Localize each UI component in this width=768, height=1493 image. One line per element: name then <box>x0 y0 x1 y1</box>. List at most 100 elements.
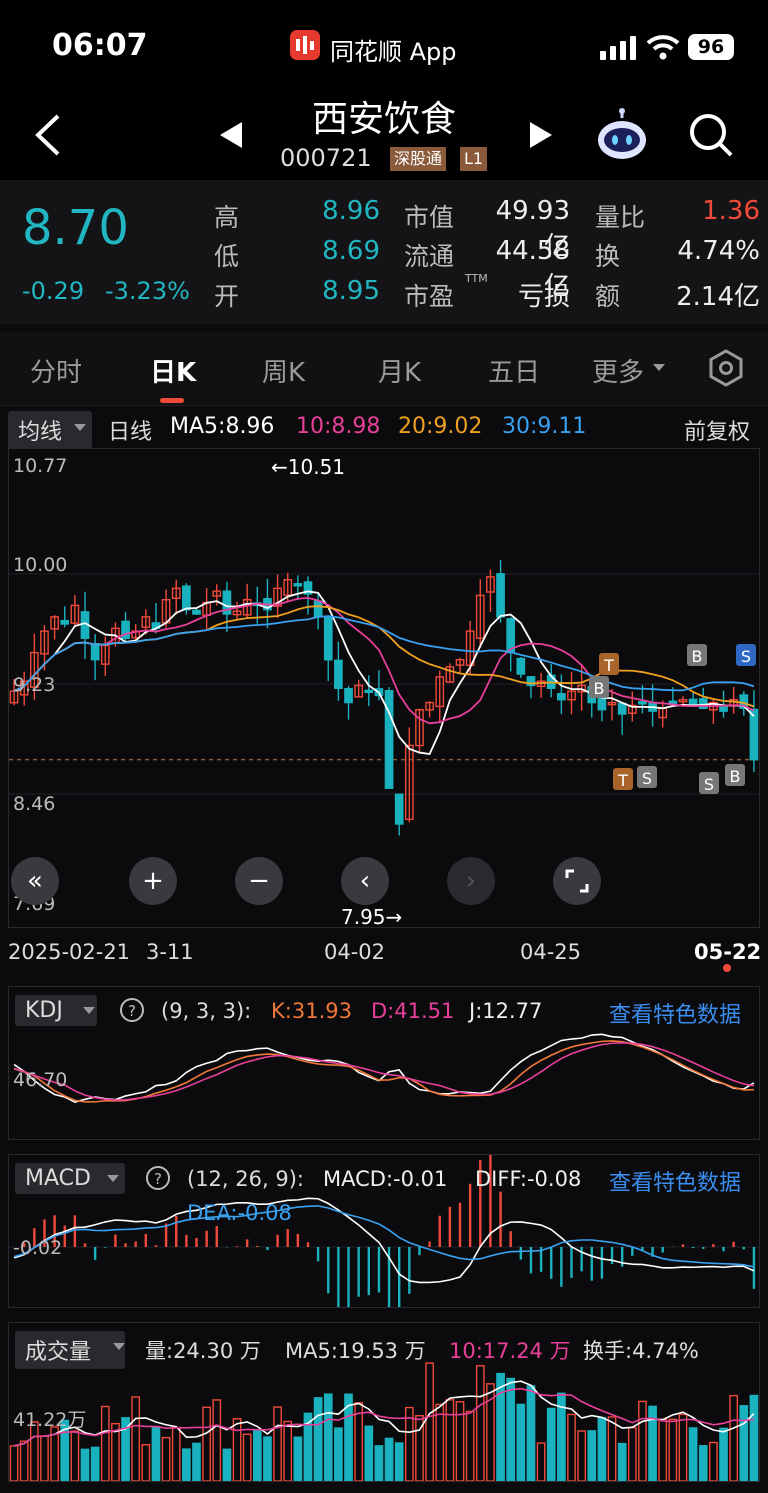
candle-body <box>334 659 343 689</box>
volume-bar <box>100 1405 110 1481</box>
kline-chart[interactable]: TBBSTSSB 10.77 10.00 9.23 8.46 7.69 ←10.… <box>8 448 760 929</box>
tab-daily-k[interactable]: 日K <box>150 352 196 389</box>
rewind-button[interactable]: « <box>11 857 59 905</box>
date-label: 3-11 <box>146 940 194 964</box>
high-marker-label: ←10.51 <box>271 455 346 479</box>
ai-assistant-icon[interactable] <box>596 108 648 162</box>
volume-bar <box>9 1445 19 1481</box>
macd-feature-link[interactable]: 查看特色数据 <box>609 1165 741 1197</box>
volume-bar <box>374 1445 384 1481</box>
volume-ma5-value: MA5:19.53 万 <box>285 1339 426 1363</box>
volume-bar <box>475 1365 485 1481</box>
candle-body <box>313 600 323 618</box>
period-label: 日线 <box>108 420 153 445</box>
turnover-label: 换 <box>595 242 621 271</box>
market-badge: 深股通 <box>390 147 447 171</box>
ma30-label: 30:9.11 <box>502 414 587 439</box>
volume-bar <box>607 1416 617 1481</box>
help-icon[interactable]: ? <box>145 1165 171 1191</box>
help-icon[interactable]: ? <box>119 997 145 1023</box>
candle-body <box>557 693 566 701</box>
signal-marker-label: S <box>642 769 652 788</box>
candle-body <box>60 619 70 625</box>
volume-value: 量:24.30 万 <box>145 1339 261 1363</box>
volume-bar <box>90 1446 100 1481</box>
candle-body <box>394 793 404 825</box>
volume-bar <box>587 1430 597 1481</box>
volume-bar <box>445 1399 455 1481</box>
macd-diff-line <box>13 1197 755 1284</box>
tab-more[interactable]: 更多 <box>592 352 644 389</box>
y-axis-label: 10.00 <box>13 554 68 576</box>
macd-dea-value: DEA:-0.08 <box>187 1201 292 1225</box>
candle-body <box>749 708 759 761</box>
volume-bar <box>384 1437 394 1481</box>
stock-code: 000721 <box>280 144 372 172</box>
date-label: 04-02 <box>324 940 386 964</box>
kdj-panel[interactable]: KDJ ? (9, 3, 3): K:31.93 D:41.51 J:12.77… <box>8 986 760 1140</box>
open-value: 8.95 <box>322 276 380 306</box>
macd-diff-value: DIFF:-0.08 <box>475 1167 582 1191</box>
volume-bar <box>506 1377 516 1481</box>
volume-y-label: 41.22万 <box>13 1409 87 1431</box>
signal-icon <box>600 36 636 60</box>
tab-weekly-k[interactable]: 周K <box>262 352 305 389</box>
prev-stock-icon[interactable] <box>218 120 244 150</box>
volume-bar <box>313 1397 323 1481</box>
zoom-out-button[interactable]: − <box>235 857 283 905</box>
volume-bar <box>161 1436 171 1481</box>
macd-selector-label: MACD <box>25 1166 91 1191</box>
volume-bar <box>577 1430 586 1481</box>
pe-value: 亏损 <box>517 282 570 312</box>
ma10-label: 10:8.98 <box>296 414 381 439</box>
volume-bar <box>212 1399 222 1481</box>
volume-bar <box>394 1442 404 1481</box>
volume-turnover-value: 换手:4.74% <box>583 1339 699 1363</box>
volume-bar <box>526 1385 536 1481</box>
tab-five-day[interactable]: 五日 <box>488 352 540 389</box>
volume-ma10-value: 10:17.24 万 <box>449 1339 571 1363</box>
level-badge: L1 <box>460 147 488 171</box>
indicator-selector-label: 均线 <box>18 420 63 445</box>
candle-body <box>496 573 505 618</box>
candle-body <box>384 690 394 789</box>
vol-ratio-value: 1.36 <box>702 196 760 226</box>
zoom-in-button[interactable]: + <box>129 857 177 905</box>
wifi-icon <box>646 35 680 60</box>
volume-bar <box>232 1418 242 1481</box>
volume-selector[interactable]: 成交量 <box>15 1331 126 1369</box>
volume-bar <box>334 1427 343 1481</box>
volume-bar <box>627 1426 637 1481</box>
price-change-pct: -3.23% <box>105 277 190 305</box>
scroll-left-button[interactable]: ‹ <box>341 857 389 905</box>
ma-bar: 均线 日线 MA5:8.96 10:8.98 20:9.02 30:9.11 前… <box>0 406 768 449</box>
search-icon[interactable] <box>688 112 734 158</box>
volume-bar <box>80 1448 90 1481</box>
tab-intraday[interactable]: 分时 <box>30 352 82 389</box>
macd-panel[interactable]: MACD ? (12, 26, 9): MACD:-0.01 DIFF:-0.0… <box>8 1154 760 1308</box>
svg-text:?: ? <box>128 1002 136 1020</box>
volume-panel[interactable]: 成交量 量:24.30 万 MA5:19.53 万 10:17.24 万 换手:… <box>8 1322 760 1482</box>
dropdown-icon <box>113 1343 125 1350</box>
date-label: 04-25 <box>520 940 582 964</box>
turnover-value: 4.74% <box>677 236 760 266</box>
scroll-right-button[interactable]: › <box>447 857 495 905</box>
fullscreen-button[interactable] <box>553 857 601 905</box>
tab-monthly-k[interactable]: 月K <box>378 352 421 389</box>
signal-marker-label: S <box>741 647 751 666</box>
candle-body <box>719 705 728 712</box>
volume-bar <box>425 1362 434 1481</box>
chevron-down-icon <box>653 364 665 371</box>
volume-bar <box>435 1403 445 1481</box>
next-stock-icon[interactable] <box>528 120 554 150</box>
candle-body <box>516 657 526 675</box>
settings-icon[interactable] <box>706 348 746 388</box>
volume-bar <box>465 1410 475 1481</box>
back-icon[interactable] <box>30 112 66 158</box>
float-cap-label: 流通 <box>404 242 455 271</box>
kdj-feature-link[interactable]: 查看特色数据 <box>609 997 741 1029</box>
kdj-y-label: 46.70 <box>13 1069 68 1091</box>
current-price: 8.70 <box>22 200 129 256</box>
dropdown-icon <box>74 424 86 431</box>
adjust-selector[interactable]: 前复权 <box>684 414 750 446</box>
